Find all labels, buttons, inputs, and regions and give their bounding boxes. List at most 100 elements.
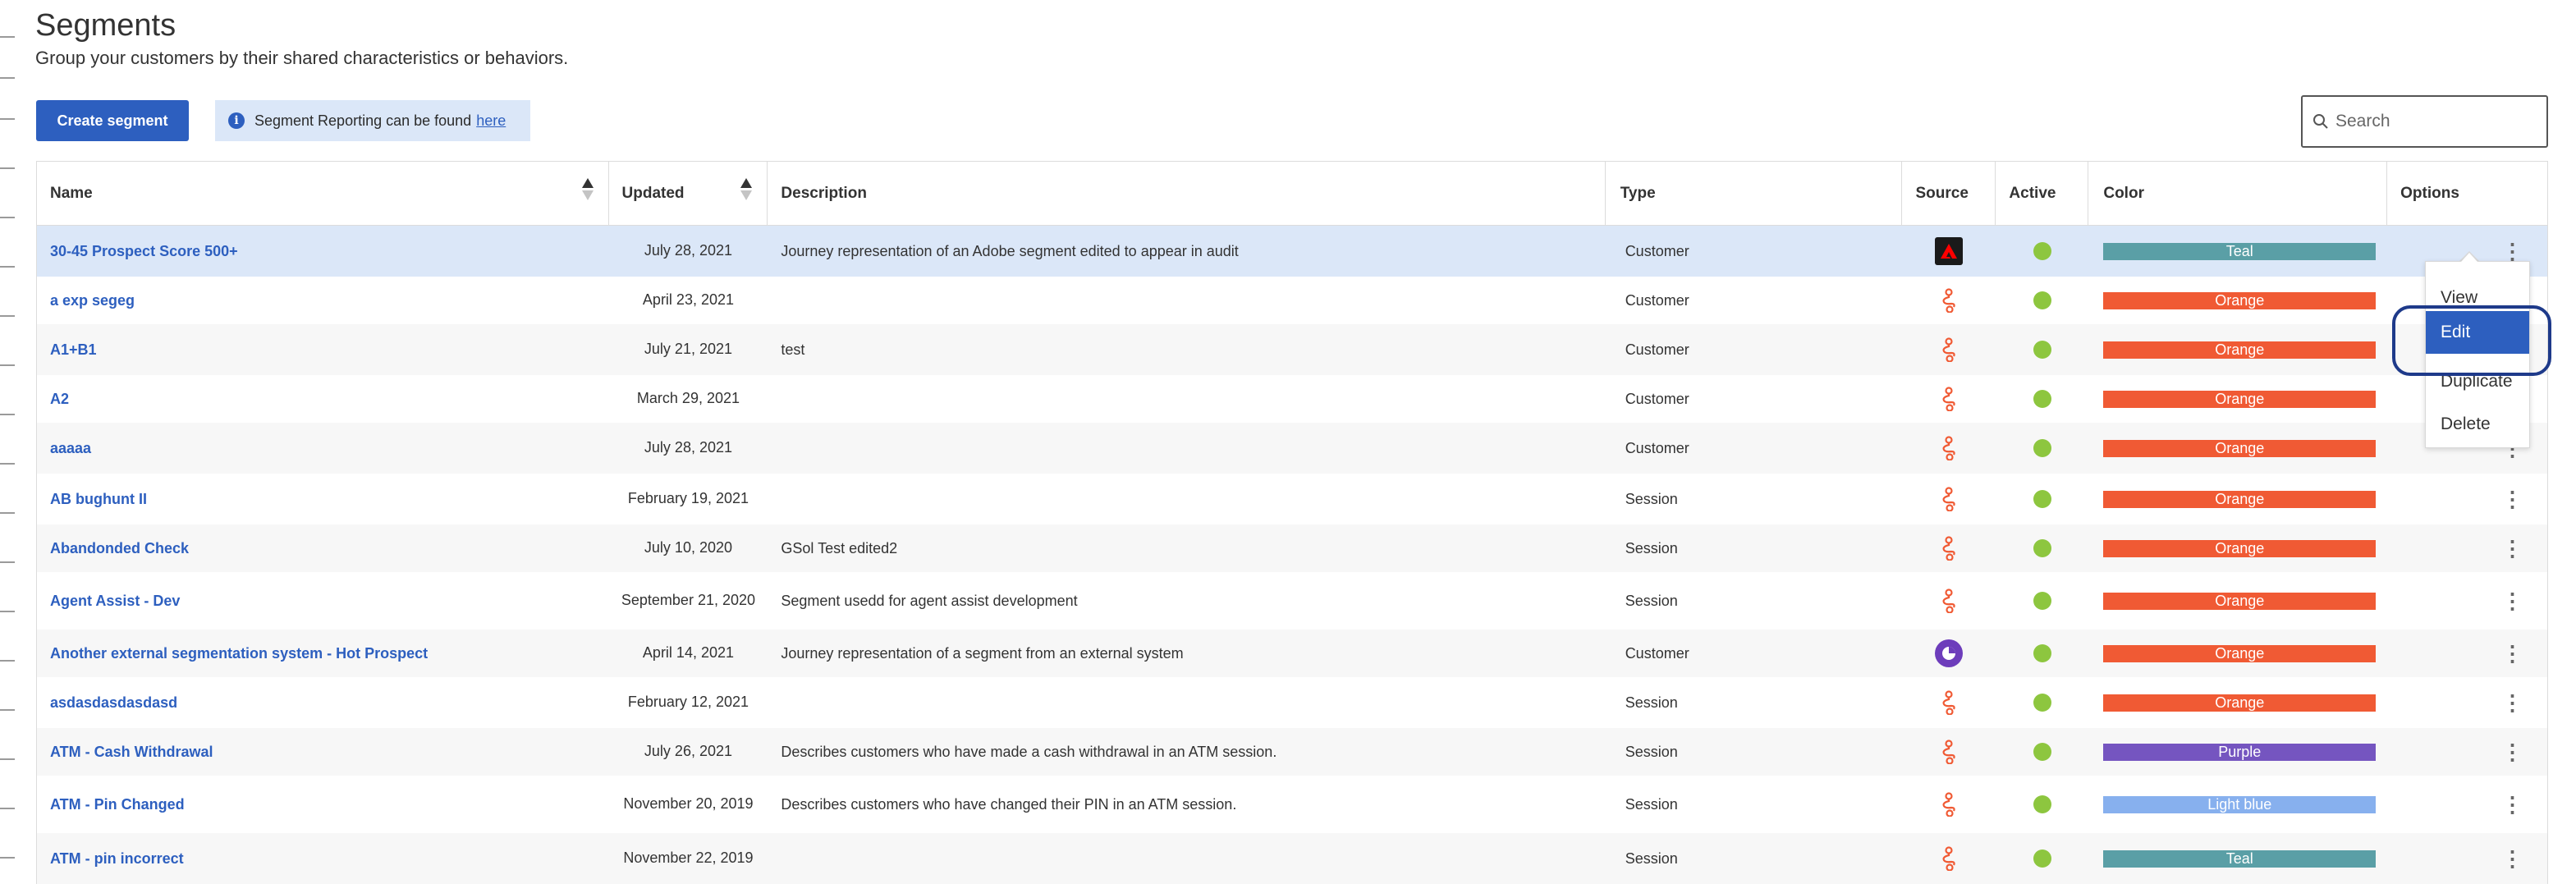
updated-date: April 23, 2021	[642, 291, 734, 309]
options-cell: ⋮	[2387, 728, 2547, 776]
table-row[interactable]: ATM - Cash Withdrawal July 26, 2021 Descri…	[37, 728, 2547, 776]
create-segment-button[interactable]: Create segment	[36, 100, 189, 141]
color-label: Orange	[2103, 341, 2377, 359]
active-status	[1996, 630, 2088, 677]
more-options-icon[interactable]: ⋮	[2502, 794, 2523, 815]
color-cell: Orange	[2088, 324, 2387, 375]
active-status	[1996, 524, 2088, 572]
segment-name-link[interactable]: ATM - Cash Withdrawal	[37, 728, 609, 776]
color-label: Teal	[2103, 242, 2377, 260]
table-row[interactable]: 30-45 Prospect Score 500+ July 28, 2021 Jo…	[37, 226, 2547, 277]
options-cell: ⋮	[2387, 833, 2547, 884]
options-cell: ⋮	[2387, 524, 2547, 572]
column-header-name[interactable]: Name	[37, 162, 609, 226]
search-input[interactable]	[2335, 112, 2541, 131]
more-options-icon[interactable]: ⋮	[2502, 240, 2523, 262]
left-edge-ticks	[0, 0, 16, 893]
journey-icon	[1902, 324, 1996, 375]
active-indicator-icon	[2033, 694, 2051, 712]
menu-item-delete[interactable]: Delete	[2441, 414, 2491, 434]
updated-date: July 26, 2021	[644, 743, 732, 760]
more-options-icon[interactable]: ⋮	[2502, 848, 2523, 869]
more-options-icon[interactable]: ⋮	[2502, 692, 2523, 713]
table-header: Name Updated Description Type Source Act…	[37, 162, 2547, 226]
segment-name-link[interactable]: aaaaa	[37, 423, 609, 474]
segment-name-link[interactable]: ATM - Pin Changed	[37, 776, 609, 833]
segments-table: Name Updated Description Type Source Act…	[36, 161, 2548, 884]
sort-icon[interactable]	[740, 178, 753, 200]
color-cell: Orange	[2088, 375, 2387, 423]
column-header-options: Options	[2400, 185, 2459, 202]
segment-name-link[interactable]: 30-45 Prospect Score 500+	[37, 226, 609, 277]
color-cell: Teal	[2088, 833, 2387, 884]
segment-type: Session	[1625, 490, 1678, 507]
journey-icon	[1902, 677, 1996, 728]
table-row[interactable]: ATM - Pin Changed November 20, 2019 Descri…	[37, 776, 2547, 833]
journey-icon	[1902, 375, 1996, 423]
color-cell: Orange	[2088, 524, 2387, 572]
color-label: Orange	[2103, 291, 2377, 309]
search-icon	[2313, 114, 2328, 129]
active-indicator-icon	[2033, 644, 2051, 662]
options-cell: ⋮	[2387, 630, 2547, 677]
active-status	[1996, 474, 2088, 524]
edit-highlight-ring	[2392, 305, 2551, 376]
updated-date: July 28, 2021	[644, 242, 732, 259]
external-source-icon	[1902, 630, 1996, 677]
column-header-updated[interactable]: Updated	[609, 162, 768, 226]
sort-icon[interactable]	[581, 178, 594, 200]
more-options-icon[interactable]: ⋮	[2502, 590, 2523, 611]
more-options-icon[interactable]: ⋮	[2502, 741, 2523, 762]
segment-type: Customer	[1625, 439, 1689, 456]
segment-type: Customer	[1625, 390, 1689, 407]
active-status	[1996, 833, 2088, 884]
table-row[interactable]: Another external segmentation system - H…	[37, 630, 2547, 677]
color-cell: Purple	[2088, 728, 2387, 776]
table-row[interactable]: Abandonded Check July 10, 2020 GSol Test e…	[37, 524, 2547, 572]
options-cell: ⋮	[2387, 677, 2547, 728]
segment-type: Customer	[1625, 341, 1689, 358]
description: Journey representation of a segment from…	[781, 644, 1184, 662]
segment-name-link[interactable]: Another external segmentation system - H…	[37, 630, 609, 677]
segment-type: Customer	[1625, 291, 1689, 309]
menu-caret-fill	[2461, 253, 2477, 262]
column-header-type: Type	[1606, 162, 1903, 226]
search-box[interactable]	[2301, 95, 2548, 148]
color-label: Orange	[2103, 592, 2377, 610]
active-status	[1996, 728, 2088, 776]
adobe-icon	[1902, 226, 1996, 277]
table-row[interactable]: a exp segegApril 23, 2021CustomerOrange⋮	[37, 277, 2547, 324]
segment-name-link[interactable]: asdasdasdasdasd	[37, 677, 609, 728]
segment-name-link[interactable]: A1+B1	[37, 324, 609, 375]
more-options-icon[interactable]: ⋮	[2502, 488, 2523, 510]
segment-name-link[interactable]: Abandonded Check	[37, 524, 609, 572]
segment-name-link[interactable]: AB bughunt II	[37, 474, 609, 524]
updated-date: July 10, 2020	[644, 539, 732, 556]
table-row[interactable]: asdasdasdasdasd February 12, 2021 Session O…	[37, 677, 2547, 728]
table-row[interactable]: ATM - pin incorrect November 22, 2019 Sess…	[37, 833, 2547, 884]
table-row[interactable]: A2March 29, 2021CustomerOrange⋮	[37, 375, 2547, 423]
column-header-active: Active	[1996, 162, 2089, 226]
segment-type: Session	[1625, 795, 1678, 813]
journey-icon	[1902, 833, 1996, 884]
table-row[interactable]: A1+B1July 21, 2021testCustomerOrange⋮	[37, 324, 2547, 375]
journey-icon	[1902, 776, 1996, 833]
table-row[interactable]: Agent Assist - Dev September 21, 2020 Segm…	[37, 572, 2547, 630]
more-options-icon[interactable]: ⋮	[2502, 643, 2523, 664]
more-options-icon[interactable]: ⋮	[2502, 538, 2523, 559]
journey-icon	[1902, 423, 1996, 474]
journey-icon	[1902, 728, 1996, 776]
segment-name-link[interactable]: ATM - pin incorrect	[37, 833, 609, 884]
updated-date: July 21, 2021	[644, 341, 732, 358]
description	[768, 833, 1605, 884]
table-row[interactable]: aaaaa July 28, 2021 Customer Orange ⋮	[37, 423, 2547, 474]
segment-name-link[interactable]: a exp segeg	[37, 277, 609, 324]
segment-name-link[interactable]: Agent Assist - Dev	[37, 572, 609, 630]
color-label: Orange	[2103, 439, 2377, 457]
active-indicator-icon	[2033, 439, 2051, 457]
reporting-link[interactable]: here	[476, 112, 506, 130]
updated-date: July 28, 2021	[644, 439, 732, 456]
table-row[interactable]: AB bughunt II February 19, 2021 Session Ora…	[37, 474, 2547, 524]
segment-name-link[interactable]: A2	[37, 375, 609, 423]
active-indicator-icon	[2033, 849, 2051, 868]
